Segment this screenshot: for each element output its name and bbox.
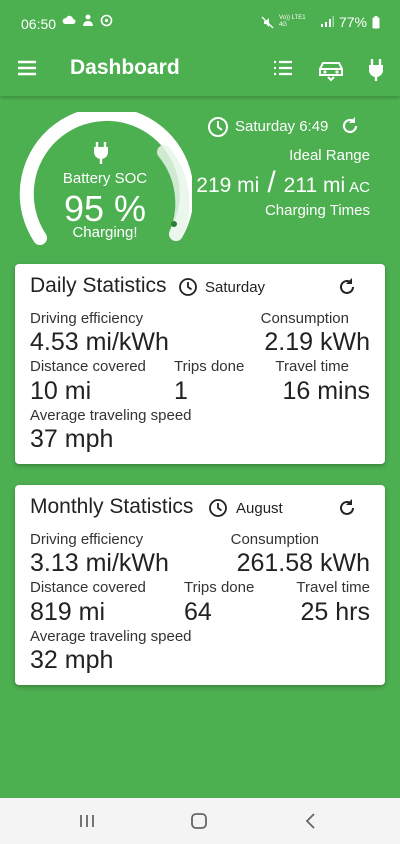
range-separator: /: [267, 166, 276, 199]
consumption-label: Consumption: [260, 310, 349, 327]
battery-soc-label: Battery SOC: [62, 170, 148, 187]
list-icon[interactable]: [270, 56, 296, 82]
clock-icon: [209, 499, 227, 517]
efficiency-value: 3.13 mi/kWh: [30, 549, 169, 577]
last-update-time: Saturday 6:49: [235, 118, 329, 135]
notification-icons: [62, 14, 113, 27]
charging-times-link[interactable]: Charging Times: [265, 202, 370, 219]
battery-percent: 77%: [338, 14, 367, 30]
distance-value: 10 mi: [30, 377, 92, 405]
system-nav-bar: [0, 798, 400, 844]
range-ac-suffix: AC: [349, 179, 370, 196]
status-bar: 06:50 Vo)) LTE1 4G 77%: [0, 0, 400, 42]
avg-speed-label: Average traveling speed: [30, 407, 192, 424]
monthly-statistics-card: Monthly Statistics August Driving effici…: [15, 485, 385, 685]
consumption-value: 2.19 kWh: [264, 328, 370, 356]
refresh-icon[interactable]: [337, 498, 357, 518]
refresh-icon[interactable]: [340, 116, 360, 136]
trips-label: Trips done: [174, 358, 245, 375]
distance-label: Distance covered: [30, 579, 146, 596]
plug-icon[interactable]: [363, 56, 389, 82]
travel-time-value: 16 mins: [282, 377, 370, 405]
status-time: 06:50: [21, 16, 57, 32]
app-bar: Dashboard: [0, 42, 400, 96]
clock-icon: [208, 117, 228, 137]
statistics-month: August: [236, 500, 283, 517]
page-title: Dashboard: [70, 56, 180, 79]
card-title: Daily Statistics: [30, 274, 167, 297]
trips-value: 64: [184, 598, 212, 626]
ideal-range-label: Ideal Range: [289, 147, 370, 164]
plug-icon: [94, 142, 108, 164]
avg-speed-value: 37 mph: [30, 425, 114, 453]
mute-icon: [261, 16, 274, 28]
avg-speed-value: 32 mph: [30, 646, 114, 674]
range-values: 219 mi / 211 mi AC: [196, 166, 370, 200]
travel-time-value: 25 hrs: [300, 598, 370, 626]
refresh-icon[interactable]: [337, 277, 357, 297]
efficiency-value: 4.53 mi/kWh: [30, 328, 169, 356]
efficiency-label: Driving efficiency: [30, 531, 144, 548]
trips-value: 1: [174, 377, 188, 405]
person-icon: [83, 14, 93, 26]
statistics-day: Saturday: [205, 279, 266, 296]
distance-value: 819 mi: [30, 598, 106, 626]
travel-time-label: Travel time: [296, 579, 370, 596]
avg-speed-label: Average traveling speed: [30, 628, 192, 645]
battery-icon: [372, 15, 380, 28]
consumption-label: Consumption: [230, 531, 319, 548]
battery-overview: Battery SOC 95 % Charging! Saturday 6:49…: [0, 96, 400, 256]
clock-icon: [179, 278, 197, 296]
network-label: Vo)) LTE1 4G: [278, 15, 306, 28]
card-title: Monthly Statistics: [30, 495, 194, 518]
sync-icon: [100, 14, 113, 27]
signal-icon: [320, 16, 334, 27]
range-value-b: 211 mi: [283, 174, 346, 197]
range-value-a: 219 mi: [196, 174, 260, 197]
recent-apps-icon[interactable]: [79, 813, 95, 829]
menu-icon[interactable]: [17, 58, 37, 78]
trips-label: Trips done: [184, 579, 255, 596]
efficiency-label: Driving efficiency: [30, 310, 144, 327]
consumption-value: 261.58 kWh: [236, 549, 370, 577]
travel-time-label: Travel time: [275, 358, 349, 375]
home-icon[interactable]: [189, 811, 209, 831]
charging-state: Charging!: [72, 224, 138, 241]
distance-label: Distance covered: [30, 358, 146, 375]
daily-statistics-card: Daily Statistics Saturday Driving effici…: [15, 264, 385, 464]
car-icon[interactable]: [316, 56, 346, 82]
system-icons: Vo)) LTE1 4G 77%: [261, 14, 380, 30]
cloud-icon: [62, 15, 76, 24]
back-icon[interactable]: [303, 812, 319, 830]
